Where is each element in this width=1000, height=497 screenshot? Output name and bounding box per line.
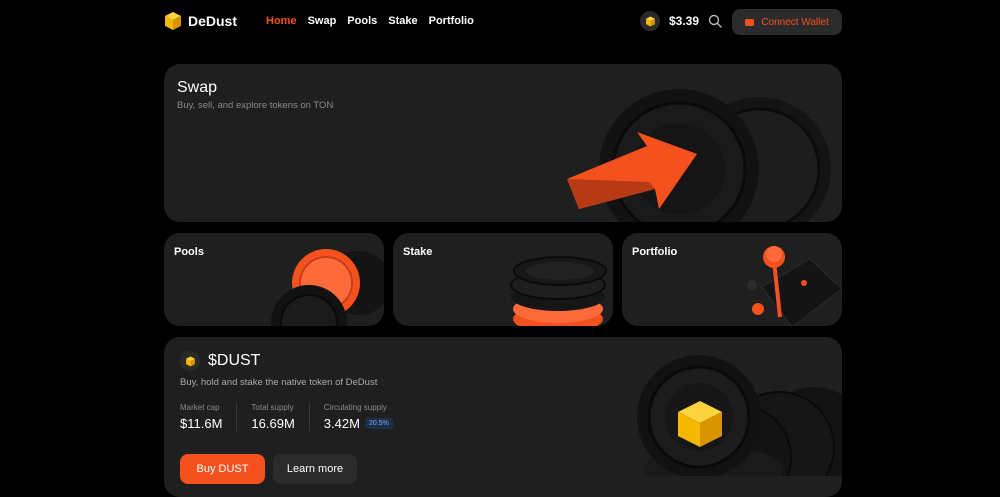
portfolio-card[interactable]: Portfolio	[622, 233, 842, 326]
pools-card-title: Pools	[174, 246, 204, 258]
stake-card[interactable]: Stake	[393, 233, 613, 326]
connect-wallet-label: Connect Wallet	[761, 16, 829, 28]
nav-stake[interactable]: Stake	[388, 15, 417, 27]
circulating-supply-label: Circulating supply	[323, 403, 387, 412]
logo[interactable]: DeDust	[164, 11, 237, 31]
pools-card[interactable]: Pools	[164, 233, 384, 326]
stake-card-title: Stake	[403, 246, 433, 258]
stat-total-supply: Total supply 16.69M	[251, 403, 310, 431]
dust-stats: Market cap $11.6M Total supply 16.69M Ci…	[180, 403, 421, 431]
wallet-icon	[745, 18, 755, 26]
connect-wallet-button[interactable]: Connect Wallet	[732, 9, 842, 35]
dust-header: $DUST	[180, 351, 260, 371]
swap-card[interactable]: Swap Buy, sell, and explore tokens on TO…	[164, 64, 842, 222]
nav-swap[interactable]: Swap	[308, 15, 337, 27]
swap-card-subtitle: Buy, sell, and explore tokens on TON	[177, 100, 334, 111]
portfolio-illustration	[732, 239, 842, 326]
main-nav: Home Swap Pools Stake Portfolio	[266, 15, 474, 27]
dust-card: $DUST Buy, hold and stake the native tok…	[164, 337, 842, 497]
market-cap-label: Market cap	[180, 403, 220, 412]
total-supply-value: 16.69M	[251, 416, 295, 431]
stat-market-cap: Market cap $11.6M	[180, 403, 238, 431]
dust-price[interactable]: $3.39	[640, 11, 699, 31]
top-bar: DeDust Home Swap Pools Stake Portfolio $…	[0, 0, 1000, 44]
market-cap-value: $11.6M	[180, 416, 223, 431]
circulating-percent-badge: 20.5%	[364, 418, 393, 429]
stake-illustration	[508, 241, 613, 326]
circulating-supply-value: 3.42M 20.5%	[324, 416, 393, 431]
swap-card-title: Swap	[177, 79, 218, 96]
dedust-logo-icon	[164, 11, 182, 31]
search-icon	[708, 14, 722, 28]
nav-pools[interactable]: Pools	[347, 15, 377, 27]
total-supply-label: Total supply	[251, 403, 294, 412]
nav-home[interactable]: Home	[266, 15, 297, 27]
swap-illustration	[559, 84, 842, 222]
logo-text: DeDust	[188, 13, 238, 29]
stat-circulating-supply: Circulating supply 3.42M 20.5%	[324, 403, 407, 431]
price-value: $3.39	[669, 14, 700, 28]
buy-dust-button[interactable]: Buy DUST	[180, 454, 265, 484]
dust-coin-icon	[640, 11, 660, 31]
nav-portfolio[interactable]: Portfolio	[429, 15, 474, 27]
learn-more-button[interactable]: Learn more	[273, 454, 357, 484]
dust-coins-illustration	[564, 347, 842, 476]
search-button[interactable]	[708, 14, 722, 28]
dust-token-icon	[180, 351, 200, 371]
pools-illustration	[264, 238, 384, 326]
dust-title: $DUST	[208, 352, 261, 369]
portfolio-card-title: Portfolio	[632, 246, 678, 258]
dust-subtitle: Buy, hold and stake the native token of …	[180, 377, 378, 388]
